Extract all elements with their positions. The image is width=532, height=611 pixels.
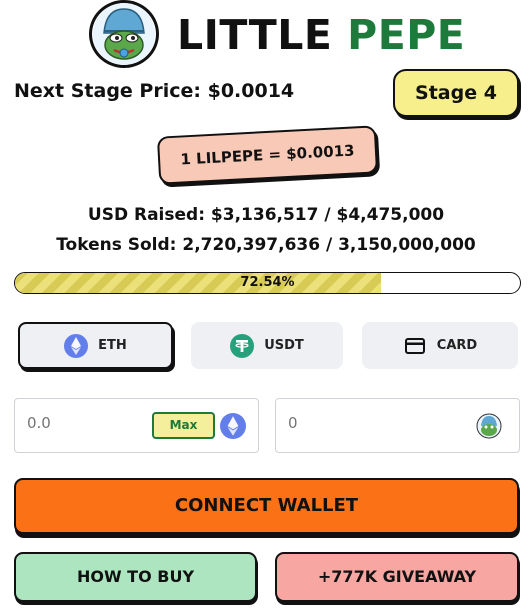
payment-method-tabs: ETH USDT CARD (18, 322, 518, 370)
receive-amount-field (275, 398, 520, 453)
usd-raised: USD Raised: $3,136,517 / $4,475,000 (87, 205, 445, 225)
tab-eth[interactable]: ETH (18, 322, 173, 369)
pepe-logo-icon (89, 0, 159, 68)
brand-title-part1: LITTLE (177, 11, 333, 59)
credit-card-icon (404, 337, 425, 354)
pay-amount-field: Max (14, 398, 259, 453)
presale-progress-bar: 72.54% (14, 272, 521, 294)
ethereum-icon (220, 413, 246, 439)
how-to-buy-button[interactable]: HOW TO BUY (14, 552, 257, 602)
receive-amount-input[interactable] (288, 414, 408, 432)
brand-title: LITTLE PEPE (177, 10, 465, 60)
next-stage-price: Next Stage Price: $0.0014 (14, 80, 295, 102)
pepe-token-icon (476, 413, 502, 439)
tab-card[interactable]: CARD (362, 322, 518, 369)
tab-eth-label: ETH (98, 338, 127, 353)
giveaway-button[interactable]: +777K GIVEAWAY (275, 552, 519, 602)
brand-title-part2: PEPE (347, 11, 466, 59)
pay-amount-input[interactable] (27, 414, 147, 432)
token-rate-badge: 1 LILPEPE = $0.0013 (156, 125, 379, 185)
tether-icon (230, 333, 255, 358)
tokens-sold: Tokens Sold: 2,720,397,636 / 3,150,000,0… (56, 235, 476, 255)
header: LITTLE PEPE (0, 0, 532, 68)
ethereum-icon (64, 333, 89, 358)
tab-usdt-label: USDT (264, 338, 304, 353)
tab-card-label: CARD (436, 338, 478, 353)
connect-wallet-button[interactable]: CONNECT WALLET (14, 478, 519, 534)
stage-button[interactable]: Stage 4 (393, 69, 519, 117)
tab-usdt[interactable]: USDT (191, 322, 343, 369)
progress-label: 72.54% (240, 275, 295, 290)
max-button[interactable]: Max (152, 412, 215, 439)
